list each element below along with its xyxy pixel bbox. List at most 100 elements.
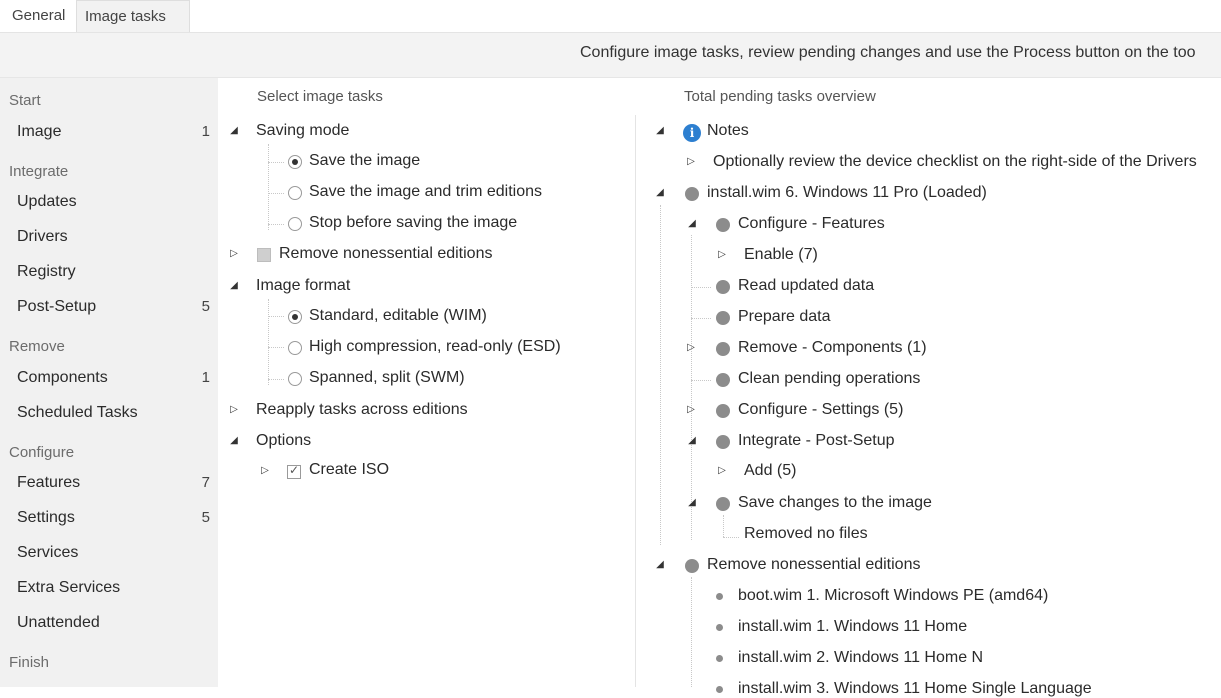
integrate-post-setup-node[interactable]: Integrate - Post-Setup — [738, 432, 895, 450]
info-icon: i — [683, 124, 701, 142]
bullet-icon — [716, 593, 723, 600]
sidebar-item-components[interactable]: Components — [17, 369, 108, 387]
prepare-data-node[interactable]: Prepare data — [738, 308, 831, 326]
sidebar-count-features: 7 — [201, 474, 210, 491]
sidebar-count-post-setup: 5 — [201, 298, 210, 315]
collapse-icon[interactable]: ◢ — [654, 125, 666, 136]
clean-pending-node[interactable]: Clean pending operations — [738, 370, 920, 388]
collapse-icon[interactable]: ◢ — [228, 125, 240, 136]
edition-item[interactable]: install.wim 1. Windows 11 Home — [738, 618, 967, 636]
configure-settings-node[interactable]: Configure - Settings (5) — [738, 401, 903, 419]
radio-format-wim[interactable] — [288, 310, 302, 324]
radio-format-swm[interactable] — [288, 372, 302, 386]
sidebar-count-settings: 5 — [201, 509, 210, 526]
edition-item[interactable]: install.wim 3. Windows 11 Home Single La… — [738, 680, 1092, 698]
expand-icon[interactable]: ▷ — [228, 404, 240, 415]
sidebar-heading-start: Start — [9, 92, 41, 109]
remove-nonessential-checkbox[interactable] — [257, 248, 271, 262]
saving-mode-node[interactable]: Saving mode — [256, 122, 349, 140]
add-node[interactable]: Add (5) — [744, 462, 796, 480]
format-esd-label[interactable]: High compression, read-only (ESD) — [309, 338, 561, 356]
status-dot-icon — [716, 218, 730, 232]
save-trim-label[interactable]: Save the image and trim editions — [309, 183, 542, 201]
sidebar-item-scheduled-tasks[interactable]: Scheduled Tasks — [17, 404, 138, 422]
remove-nonessential-label[interactable]: Remove nonessential editions — [279, 245, 492, 263]
notes-child[interactable]: Optionally review the device checklist o… — [713, 153, 1197, 171]
sidebar-item-post-setup[interactable]: Post-Setup — [17, 298, 96, 316]
edition-item[interactable]: boot.wim 1. Microsoft Windows PE (amd64) — [738, 587, 1048, 605]
expand-icon[interactable]: ▷ — [685, 342, 697, 353]
status-dot-icon — [685, 187, 699, 201]
collapse-icon[interactable]: ◢ — [686, 497, 698, 508]
status-dot-icon — [716, 342, 730, 356]
radio-stop-before[interactable] — [288, 217, 302, 231]
collapse-icon[interactable]: ◢ — [654, 187, 666, 198]
edition-item[interactable]: install.wim 2. Windows 11 Home N — [738, 649, 983, 667]
create-iso-label[interactable]: Create ISO — [309, 461, 389, 479]
sidebar-count-image: 1 — [201, 123, 210, 140]
options-node[interactable]: Options — [256, 432, 311, 450]
remove-components-node[interactable]: Remove - Components (1) — [738, 339, 927, 357]
sidebar-item-unattended[interactable]: Unattended — [17, 614, 100, 632]
status-dot-icon — [716, 311, 730, 325]
expand-icon[interactable]: ▷ — [685, 156, 697, 167]
sidebar-item-drivers[interactable]: Drivers — [17, 228, 68, 246]
expand-icon[interactable]: ▷ — [716, 465, 728, 476]
status-dot-icon — [716, 404, 730, 418]
sidebar-heading-integrate: Integrate — [9, 163, 69, 180]
remove-editions-node[interactable]: Remove nonessential editions — [707, 556, 920, 574]
expand-icon[interactable]: ▷ — [685, 404, 697, 415]
sidebar-item-extra-services[interactable]: Extra Services — [17, 579, 120, 597]
notes-node[interactable]: Notes — [707, 122, 749, 140]
image-format-node[interactable]: Image format — [256, 277, 350, 295]
removed-no-files-node[interactable]: Removed no files — [744, 525, 868, 543]
sidebar-item-features[interactable]: Features — [17, 474, 80, 492]
collapse-icon[interactable]: ◢ — [686, 435, 698, 446]
info-bar: Configure image tasks, review pending ch… — [0, 33, 1221, 78]
format-wim-label[interactable]: Standard, editable (WIM) — [309, 307, 487, 325]
create-iso-checkbox[interactable] — [287, 463, 301, 479]
radio-format-esd[interactable] — [288, 341, 302, 355]
status-dot-icon — [716, 280, 730, 294]
sidebar-item-updates[interactable]: Updates — [17, 193, 77, 211]
pending-overview-header: Total pending tasks overview — [684, 88, 876, 105]
sidebar-heading-configure: Configure — [9, 444, 75, 461]
sidebar-item-registry[interactable]: Registry — [17, 263, 76, 281]
status-dot-icon — [685, 559, 699, 573]
install-wim-node[interactable]: install.wim 6. Windows 11 Pro (Loaded) — [707, 184, 987, 202]
radio-save-trim[interactable] — [288, 186, 302, 200]
save-image-label[interactable]: Save the image — [309, 152, 420, 170]
select-tasks-header: Select image tasks — [257, 88, 383, 105]
radio-save-image[interactable] — [288, 155, 302, 169]
enable-node[interactable]: Enable (7) — [744, 246, 818, 264]
reapply-node[interactable]: Reapply tasks across editions — [256, 401, 468, 419]
collapse-icon[interactable]: ◢ — [228, 435, 240, 446]
expand-icon[interactable]: ▷ — [228, 248, 240, 259]
tab-general[interactable]: General — [4, 0, 83, 31]
tab-bar: General Image tasks — [0, 0, 1221, 33]
collapse-icon[interactable]: ◢ — [228, 280, 240, 291]
bullet-icon — [716, 655, 723, 662]
status-dot-icon — [716, 373, 730, 387]
sidebar-heading-remove: Remove — [9, 338, 65, 355]
bullet-icon — [716, 624, 723, 631]
read-updated-node[interactable]: Read updated data — [738, 277, 874, 295]
format-swm-label[interactable]: Spanned, split (SWM) — [309, 369, 465, 387]
configure-features-node[interactable]: Configure - Features — [738, 215, 885, 233]
status-dot-icon — [716, 497, 730, 511]
sidebar-heading-finish: Finish — [9, 654, 50, 671]
collapse-icon[interactable]: ◢ — [654, 559, 666, 570]
info-text: Configure image tasks, review pending ch… — [580, 44, 1196, 61]
sidebar: Start Image 1 Integrate Updates Drivers … — [0, 78, 218, 687]
bullet-icon — [716, 686, 723, 693]
sidebar-item-settings[interactable]: Settings — [17, 509, 75, 527]
save-changes-node[interactable]: Save changes to the image — [738, 494, 932, 512]
sidebar-count-components: 1 — [201, 369, 210, 386]
expand-icon[interactable]: ▷ — [716, 249, 728, 260]
sidebar-item-image[interactable]: Image — [17, 123, 61, 141]
collapse-icon[interactable]: ◢ — [686, 218, 698, 229]
tab-image-tasks[interactable]: Image tasks — [76, 0, 190, 32]
sidebar-item-services[interactable]: Services — [17, 544, 78, 562]
stop-before-label[interactable]: Stop before saving the image — [309, 214, 517, 232]
expand-icon[interactable]: ▷ — [259, 465, 271, 476]
